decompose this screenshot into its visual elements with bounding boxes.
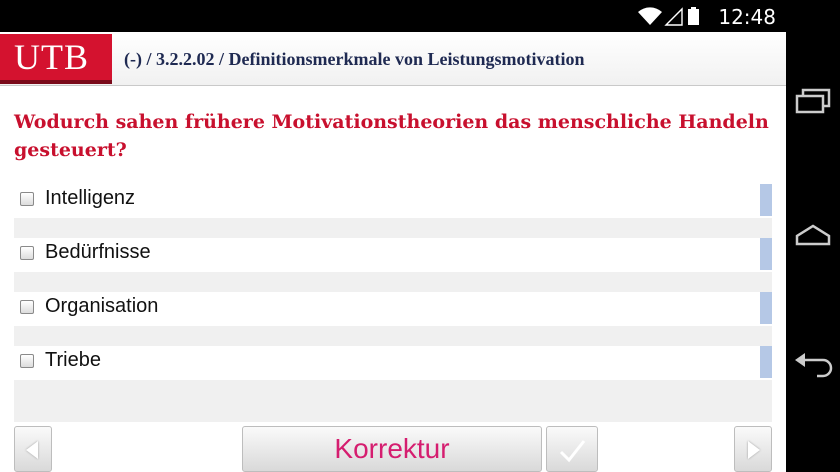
checkmark-icon — [559, 440, 586, 463]
previous-button[interactable] — [14, 426, 52, 472]
answer-option[interactable]: Intelligenz — [14, 184, 772, 238]
recent-apps-icon[interactable] — [793, 82, 833, 122]
header: UTB (-) / 3.2.2.02 / Definitionsmerkmale… — [0, 32, 786, 86]
status-icons — [636, 6, 706, 26]
korrektur-button[interactable]: Korrektur — [242, 426, 542, 472]
wifi-icon — [638, 7, 662, 25]
answer-label: Intelligenz — [45, 187, 136, 209]
signal-icon — [664, 7, 683, 26]
answer-option[interactable]: Bedürfnisse — [14, 238, 772, 292]
arrow-right-icon — [748, 441, 760, 459]
battery-icon — [688, 7, 699, 25]
status-bar: 12:48 — [0, 0, 786, 32]
status-time: 12:48 — [718, 5, 776, 29]
question-text: Wodurch sahen frühere Motivationstheorie… — [14, 111, 769, 161]
answer-indicator-bar — [760, 292, 772, 324]
answer-option[interactable]: Organisation — [14, 292, 772, 346]
checkbox[interactable] — [20, 192, 34, 206]
answer-indicator-bar — [760, 184, 772, 216]
answer-indicator-bar — [760, 238, 772, 270]
answer-label: Bedürfnisse — [45, 241, 151, 263]
breadcrumb: (-) / 3.2.2.02 / Definitionsmerkmale von… — [124, 49, 585, 69]
answer-indicator-bar — [760, 346, 772, 378]
answer-label: Triebe — [45, 349, 101, 371]
next-button[interactable] — [734, 426, 772, 472]
checkbox[interactable] — [20, 300, 34, 314]
utb-logo: UTB — [0, 34, 112, 84]
answer-list: Intelligenz Bedürfnisse Organisation Tri… — [14, 184, 772, 400]
arrow-left-icon — [26, 441, 38, 459]
app-content: UTB (-) / 3.2.2.02 / Definitionsmerkmale… — [0, 32, 786, 472]
back-icon[interactable] — [793, 346, 833, 386]
content-filler — [14, 392, 772, 422]
checkbox[interactable] — [20, 354, 34, 368]
bottom-toolbar: Korrektur — [0, 426, 786, 472]
korrektur-label: Korrektur — [334, 433, 450, 464]
answer-label: Organisation — [45, 295, 159, 317]
system-nav-bar — [786, 0, 840, 472]
check-button[interactable] — [546, 426, 598, 472]
checkbox[interactable] — [20, 246, 34, 260]
home-icon[interactable] — [793, 216, 833, 256]
answer-option[interactable]: Triebe — [14, 346, 772, 400]
